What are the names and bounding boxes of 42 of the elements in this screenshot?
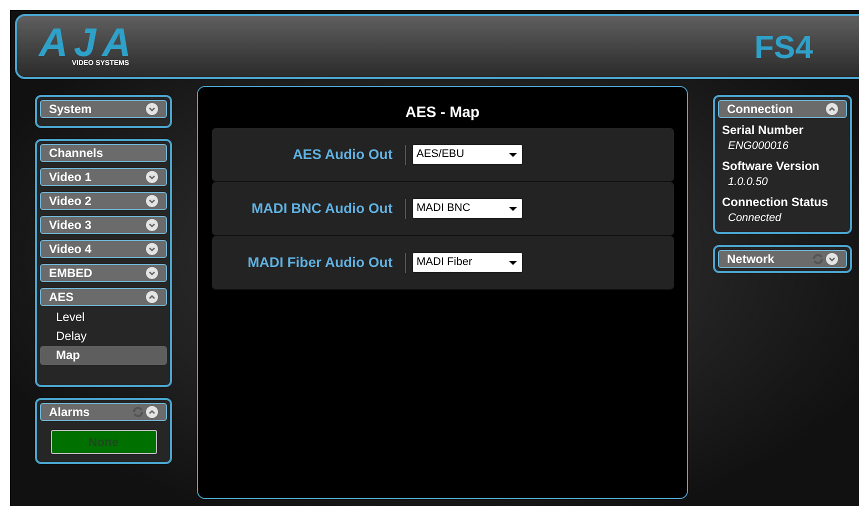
panel-header[interactable]: System	[40, 100, 167, 118]
dropdown[interactable]: AES/EBU	[412, 145, 522, 164]
panel-header[interactable]: Connection	[718, 100, 847, 118]
panel-title: AES - Map	[405, 104, 480, 122]
setting-label: MADI Fiber Audio Out	[246, 253, 392, 272]
dropdown[interactable]: MADI BNC	[412, 199, 522, 218]
logo-text: AJA	[39, 26, 138, 60]
setting-label: MADI BNC Audio Out	[250, 199, 392, 218]
field-label: Software Version	[721, 158, 820, 174]
expand-icon[interactable]	[146, 267, 158, 279]
expand-icon[interactable]	[146, 103, 158, 115]
expand-icon[interactable]	[826, 253, 838, 265]
panel-header[interactable]: AES	[40, 288, 167, 306]
setting-label: AES Audio Out	[292, 145, 392, 164]
dropdown-arrow-icon	[508, 206, 516, 210]
collapse-icon[interactable]	[826, 103, 838, 115]
submenu-item[interactable]: Delay	[40, 327, 167, 346]
panel-header[interactable]: Video 2	[40, 192, 167, 210]
dropdown-arrow-icon	[508, 152, 516, 156]
device-name: FS4	[754, 28, 813, 66]
panel-header[interactable]: Video 4	[40, 240, 167, 258]
dropdown[interactable]: MADI Fiber	[412, 253, 522, 272]
panel-header[interactable]: Channels	[40, 144, 167, 162]
expand-icon[interactable]	[146, 243, 158, 255]
field-value: ENG000016	[727, 139, 790, 154]
panel-header[interactable]: Video 1	[40, 168, 167, 186]
collapse-icon[interactable]	[146, 291, 158, 303]
panel-header[interactable]: Network	[718, 250, 847, 268]
submenu-item[interactable]: Level	[40, 308, 167, 327]
submenu-item[interactable]: Map	[40, 346, 167, 365]
dropdown-arrow-icon	[508, 260, 516, 264]
expand-icon[interactable]	[146, 219, 158, 231]
field-label: Serial Number	[721, 122, 804, 138]
collapse-icon[interactable]	[146, 406, 158, 418]
expand-icon[interactable]	[146, 195, 158, 207]
panel-header[interactable]: EMBED	[40, 264, 167, 282]
field-value: Connected	[727, 211, 782, 226]
expand-icon[interactable]	[146, 171, 158, 183]
panel-header[interactable]: Alarms	[40, 403, 167, 421]
field-value: 1.0.0.50	[727, 175, 769, 190]
field-label: Connection Status	[721, 194, 830, 210]
panel-header[interactable]: Video 3	[40, 216, 167, 234]
